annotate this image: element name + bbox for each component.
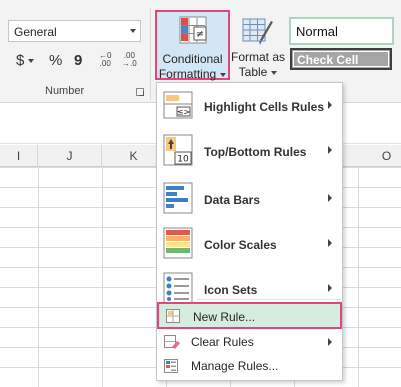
increase-decimal-button[interactable]: ←0 .00 [99,52,111,68]
cell-style-normal[interactable]: Normal [289,17,394,45]
comma-icon: 9 [74,52,83,69]
format-as-table-label: Format as [231,50,286,64]
menu-item-label: Color Scales [204,238,277,252]
menu-item-label: Clear Rules [191,335,254,349]
top-bottom-icon-text: 10 [177,155,189,165]
icon-sets-icon [163,272,193,304]
number-format-value: General [14,25,57,39]
currency-icon: $ [16,52,25,69]
menu-item-label: Top/Bottom Rules [204,145,307,159]
format-as-table-icon [242,18,273,45]
cell-style-check-cell-label: Check Cell [297,53,359,67]
menu-item-top-bottom-rules[interactable]: 10 Top/Bottom Rules [157,128,342,172]
decrease-decimal-bottom: →.0 [122,59,137,68]
menu-item-color-scales[interactable]: Color Scales [157,221,342,265]
manage-rules-icon [164,359,178,373]
number-group-label: Number [45,85,85,97]
menu-item-data-bars[interactable]: Data Bars [157,176,342,220]
color-scales-icon [163,227,193,259]
increase-decimal-bottom: .00 [99,59,111,68]
number-format-dropdown[interactable]: General [8,20,141,42]
submenu-arrow-icon [328,101,332,109]
column-header-O[interactable]: O [372,145,401,167]
chevron-down-icon [271,70,278,75]
conditional-formatting-label-2: Formatting [157,67,228,81]
menu-item-new-rule[interactable]: New Rule... [157,302,342,329]
chevron-down-icon[interactable] [130,29,136,33]
format-as-table-label-2: Table [231,65,285,79]
chevron-down-icon[interactable] [28,59,35,64]
column-header-I[interactable]: I [0,145,38,167]
submenu-arrow-icon [328,338,332,346]
conditional-formatting-button[interactable]: ≠ Conditional Formatting [155,10,230,81]
submenu-arrow-icon [328,284,332,292]
comma-style-button[interactable]: 9 [74,52,82,70]
chevron-down-icon [220,72,227,77]
new-rule-icon [166,309,180,323]
submenu-arrow-icon [328,239,332,247]
highlight-cells-icon: ≤> [163,91,193,119]
group-divider [150,8,151,100]
percent-button[interactable]: % [49,52,62,70]
format-as-table-button[interactable]: Format as Table [231,12,285,82]
data-bars-icon [163,182,193,214]
conditional-formatting-icon: ≠ [179,16,207,44]
currency-button[interactable]: $ [16,52,35,70]
menu-item-label: Icon Sets [204,283,258,297]
cell-style-check-cell[interactable]: Check Cell [290,48,392,70]
percent-icon: % [49,52,63,69]
conditional-formatting-label: Conditional [162,52,223,66]
decrease-decimal-button[interactable]: .00 →.0 [122,52,137,68]
svg-text:≠: ≠ [196,29,204,40]
menu-item-manage-rules[interactable]: Manage Rules... [157,354,342,378]
submenu-arrow-icon [328,146,332,154]
menu-separator [197,299,341,300]
menu-item-label: New Rule... [193,310,256,324]
top-bottom-icon: 10 [163,134,193,166]
conditional-formatting-menu: ≤> Highlight Cells Rules 10 Top/Bottom R… [156,82,343,381]
menu-item-clear-rules[interactable]: Clear Rules [157,330,342,354]
svg-text:≤>: ≤> [177,108,190,117]
cell-style-normal-label: Normal [296,24,338,39]
menu-item-highlight-cells-rules[interactable]: ≤> Highlight Cells Rules [157,83,342,127]
clear-rules-icon [164,335,180,349]
menu-item-label: Highlight Cells Rules [204,100,325,114]
menu-item-label: Data Bars [204,193,261,207]
menu-item-label: Manage Rules... [191,359,279,373]
dialog-launcher-icon[interactable] [136,88,144,96]
submenu-arrow-icon [328,194,332,202]
column-header-J[interactable]: J [38,145,102,167]
